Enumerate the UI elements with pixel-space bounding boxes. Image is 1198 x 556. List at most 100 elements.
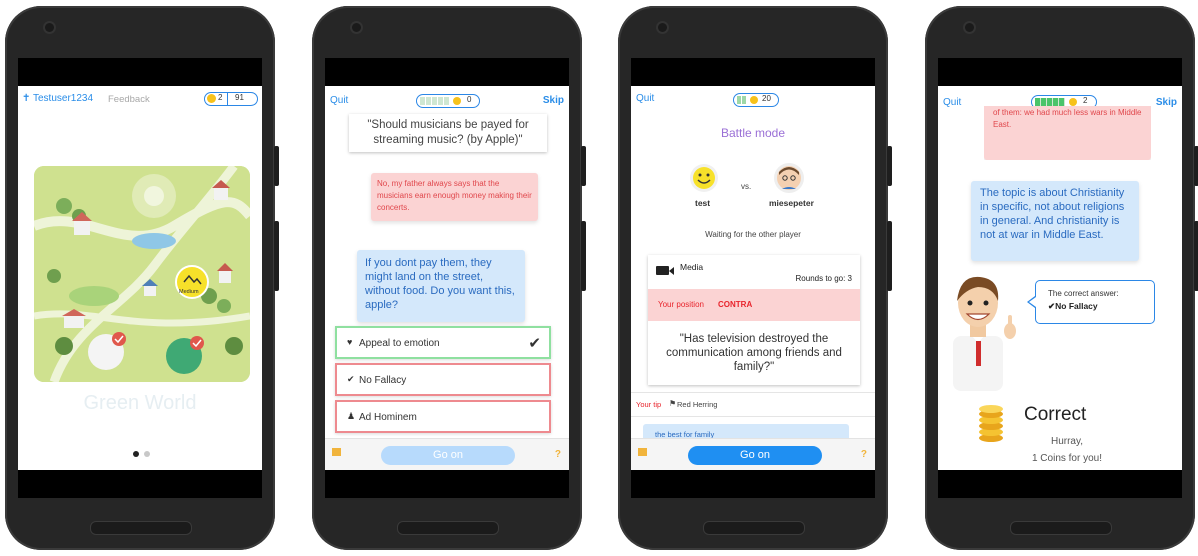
progress-pill: 0 — [416, 94, 480, 108]
progress-value: 2 — [1083, 96, 1088, 105]
side-button — [1194, 221, 1198, 291]
position-bar: Your position CONTRA — [648, 289, 860, 321]
pager-dot-inactive[interactable] — [144, 451, 150, 457]
quiz-screen: Quit Skip 0 "Should musicians be payed f… — [325, 86, 569, 470]
side-button — [1194, 146, 1198, 186]
phone-screen: Quit Skip 0 "Should musicians be payed f… — [325, 58, 569, 498]
correct-answer-value: ✔No Fallacy — [1048, 301, 1098, 311]
topic-card: Media Rounds to go: 3 Your position CONT… — [648, 255, 860, 385]
tip-divider — [631, 392, 875, 393]
skip-button[interactable]: Skip — [1156, 97, 1177, 108]
username: Testuser1234 — [33, 93, 94, 104]
option-appeal-to-emotion[interactable]: ♥ Appeal to emotion ✔ — [335, 326, 551, 359]
tip-label: Your tip — [636, 400, 662, 409]
coin-icon — [1069, 98, 1077, 106]
phone-frame-2: Quit Skip 0 "Should musicians be payed f… — [312, 6, 586, 550]
feedback-link[interactable]: Feedback — [108, 94, 150, 105]
opponent-bubble: All these religions... What if we had no… — [984, 106, 1151, 160]
tip-value: Red Herring — [677, 400, 718, 409]
callout-tail-inner — [1029, 297, 1036, 307]
coin-score-pill[interactable]: 2 91 — [204, 92, 258, 106]
person-icon: ✝ — [22, 93, 31, 104]
user-link[interactable]: ✝ Testuser1234 — [22, 93, 93, 104]
progress-pill: 20 — [733, 93, 779, 107]
player-bubble: If you dont pay them, they might land on… — [357, 250, 525, 322]
correct-check-icon: ✔ — [528, 335, 541, 352]
waiting-text: Waiting for the other player — [705, 230, 801, 239]
tip-divider — [631, 416, 875, 417]
help-button[interactable]: ? — [861, 449, 867, 460]
teacher-illustration — [953, 276, 1016, 391]
side-button — [581, 146, 586, 186]
side-button — [274, 146, 279, 186]
position-value: CONTRA — [718, 300, 753, 309]
progress-segments — [737, 96, 747, 104]
phone-screen: ✝ Testuser1234 Feedback 2 91 Medium Gree… — [18, 58, 262, 498]
video-camera-lens — [669, 267, 674, 275]
player-bubble: The topic is about Christianity in speci… — [971, 181, 1139, 261]
pager-dot-active[interactable] — [133, 451, 139, 457]
option-label: Appeal to emotion — [359, 338, 440, 349]
person-icon: ♟ — [347, 411, 356, 421]
player2-name: miesepeter — [769, 198, 814, 208]
help-button[interactable]: ? — [555, 449, 561, 460]
rounds-label: Rounds to go: 3 — [795, 274, 852, 283]
flag-icon[interactable] — [638, 448, 647, 456]
score-value: 91 — [235, 93, 244, 102]
front-camera — [658, 23, 667, 32]
option-no-fallacy[interactable]: ✔ No Fallacy — [335, 363, 551, 396]
result-line-2: 1 Coins for you! — [1031, 453, 1103, 464]
result-screen: Quit Skip 2 All these religions... What … — [938, 86, 1182, 470]
world-title: Green World — [83, 392, 197, 414]
front-camera — [352, 23, 361, 32]
phone-frame-3: Quit 20 Battle mode vs. test miesepeter … — [618, 6, 892, 550]
question-card: "Should musicians be payed for streaming… — [349, 114, 547, 152]
pill-divider — [227, 93, 228, 105]
option-label: No Fallacy — [359, 375, 407, 386]
opponent-bubble-wrap: All these religions... What if we had no… — [984, 106, 1151, 160]
speaker-grille — [90, 521, 192, 535]
progress-segments — [1035, 98, 1065, 106]
player1-name: test — [695, 198, 711, 208]
quit-button[interactable]: Quit — [636, 93, 654, 104]
world-map-illustration — [34, 166, 250, 382]
check-icon: ✔ — [347, 374, 355, 384]
vs-label: vs. — [741, 182, 752, 191]
phone-frame-4: Quit Skip 2 All these religions... What … — [925, 6, 1198, 550]
speaker-grille — [1010, 521, 1112, 535]
coin-icon — [750, 96, 758, 104]
front-camera — [45, 23, 54, 32]
player2-avatar — [774, 163, 804, 193]
result-line-1: Hurray, — [1050, 436, 1084, 447]
speaker-grille — [703, 521, 805, 535]
option-label: Ad Hominem — [359, 412, 417, 423]
world-map-tile[interactable]: Medium — [34, 166, 250, 382]
side-button — [274, 221, 279, 291]
result-title: Correct — [1024, 404, 1087, 425]
go-on-button[interactable]: Go on — [381, 446, 515, 465]
quit-button[interactable]: Quit — [943, 97, 961, 108]
side-button — [581, 221, 586, 291]
heart-icon: ♥ — [347, 337, 353, 347]
side-button — [887, 221, 892, 291]
phone-screen: Quit Skip 2 All these religions... What … — [938, 58, 1182, 498]
quit-button[interactable]: Quit — [330, 95, 348, 106]
medium-badge-label: Medium — [179, 289, 199, 295]
battle-screen: Quit 20 Battle mode vs. test miesepeter … — [631, 86, 875, 470]
smiley-icon — [693, 167, 715, 189]
speaker-grille — [397, 521, 499, 535]
man-avatar-icon — [777, 166, 801, 190]
front-camera — [965, 23, 974, 32]
battle-question: "Has television destroyed the communicat… — [666, 333, 842, 373]
video-camera-icon — [656, 266, 669, 275]
flag-icon[interactable] — [332, 448, 341, 456]
opponent-bubble: No, my father always says that the music… — [371, 173, 538, 221]
flag-icon: ⚑ — [669, 399, 677, 408]
coin-icon — [207, 94, 216, 103]
skip-button[interactable]: Skip — [543, 95, 564, 106]
go-on-button[interactable]: Go on — [688, 446, 822, 465]
coin-count: 2 — [218, 93, 223, 102]
phone-screen: Quit 20 Battle mode vs. test miesepeter … — [631, 58, 875, 498]
correct-answer-box: The correct answer: ✔No Fallacy — [1035, 280, 1155, 324]
option-ad-hominem[interactable]: ♟ Ad Hominem — [335, 400, 551, 433]
